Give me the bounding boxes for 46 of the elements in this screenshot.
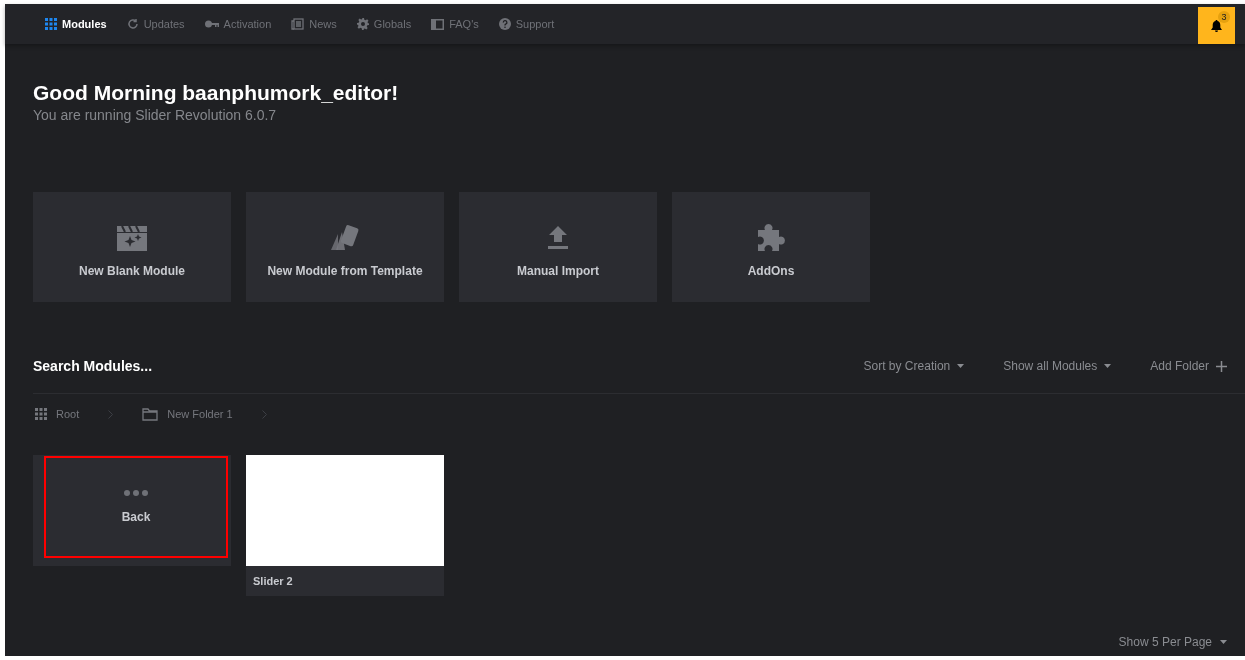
book-icon [431, 18, 445, 30]
nav-tab[interactable]: Support [488, 4, 565, 44]
nav-tab[interactable]: FAQ's [421, 4, 489, 44]
plus-icon [1216, 360, 1227, 372]
nav-tab[interactable]: Activation [194, 4, 282, 44]
nav-tab[interactable]: Globals [346, 4, 422, 44]
add-folder-button[interactable]: Add Folder [1150, 359, 1227, 373]
dots-icon [124, 490, 148, 496]
folder-icon [142, 407, 159, 421]
bell-icon [1211, 19, 1222, 32]
help-icon [498, 18, 511, 30]
back-card[interactable]: Back [44, 456, 228, 558]
clapperboard-icon [116, 224, 148, 252]
notification-count: 3 [1218, 11, 1230, 23]
news-icon [291, 18, 305, 30]
sort-dropdown[interactable]: Sort by Creation [863, 359, 965, 373]
nav-tab[interactable]: News [281, 4, 347, 44]
slider-preview[interactable] [246, 455, 444, 566]
puzzle-icon [755, 222, 787, 254]
nav-tab[interactable]: Modules [35, 4, 117, 44]
per-page-dropdown[interactable]: Show 5 Per Page [1118, 635, 1227, 649]
search-modules-title: Search Modules... [33, 358, 154, 374]
cards-icon [329, 224, 361, 252]
version-text: You are running Slider Revolution 6.0.7 [33, 107, 278, 123]
refresh-icon [126, 18, 139, 30]
upload-icon [545, 225, 571, 251]
grid-icon [35, 408, 47, 420]
breadcrumb-link[interactable]: New Folder 1 [142, 407, 233, 421]
caret-icon [1220, 640, 1227, 644]
caret-icon [957, 364, 965, 368]
grid-icon [45, 18, 57, 30]
action-card[interactable]: New Module from Template [246, 192, 444, 302]
notifications-button[interactable]: 3 [1198, 7, 1235, 44]
slider-title[interactable]: Slider 2 [246, 566, 444, 596]
key-icon [204, 20, 219, 28]
action-card[interactable]: Manual Import [459, 192, 657, 302]
breadcrumb-link[interactable]: Root [35, 408, 80, 420]
chevron-icon [261, 409, 267, 419]
gear-icon [356, 18, 369, 30]
chevron-icon [108, 409, 114, 419]
action-card[interactable]: New Blank Module [33, 192, 231, 302]
caret-icon [1104, 364, 1112, 368]
greeting-title: Good Morning baanphumork_editor! [33, 80, 400, 106]
nav-tab[interactable]: Updates [116, 4, 195, 44]
filter-dropdown[interactable]: Show all Modules [1003, 359, 1112, 373]
action-card[interactable]: AddOns [672, 192, 870, 302]
